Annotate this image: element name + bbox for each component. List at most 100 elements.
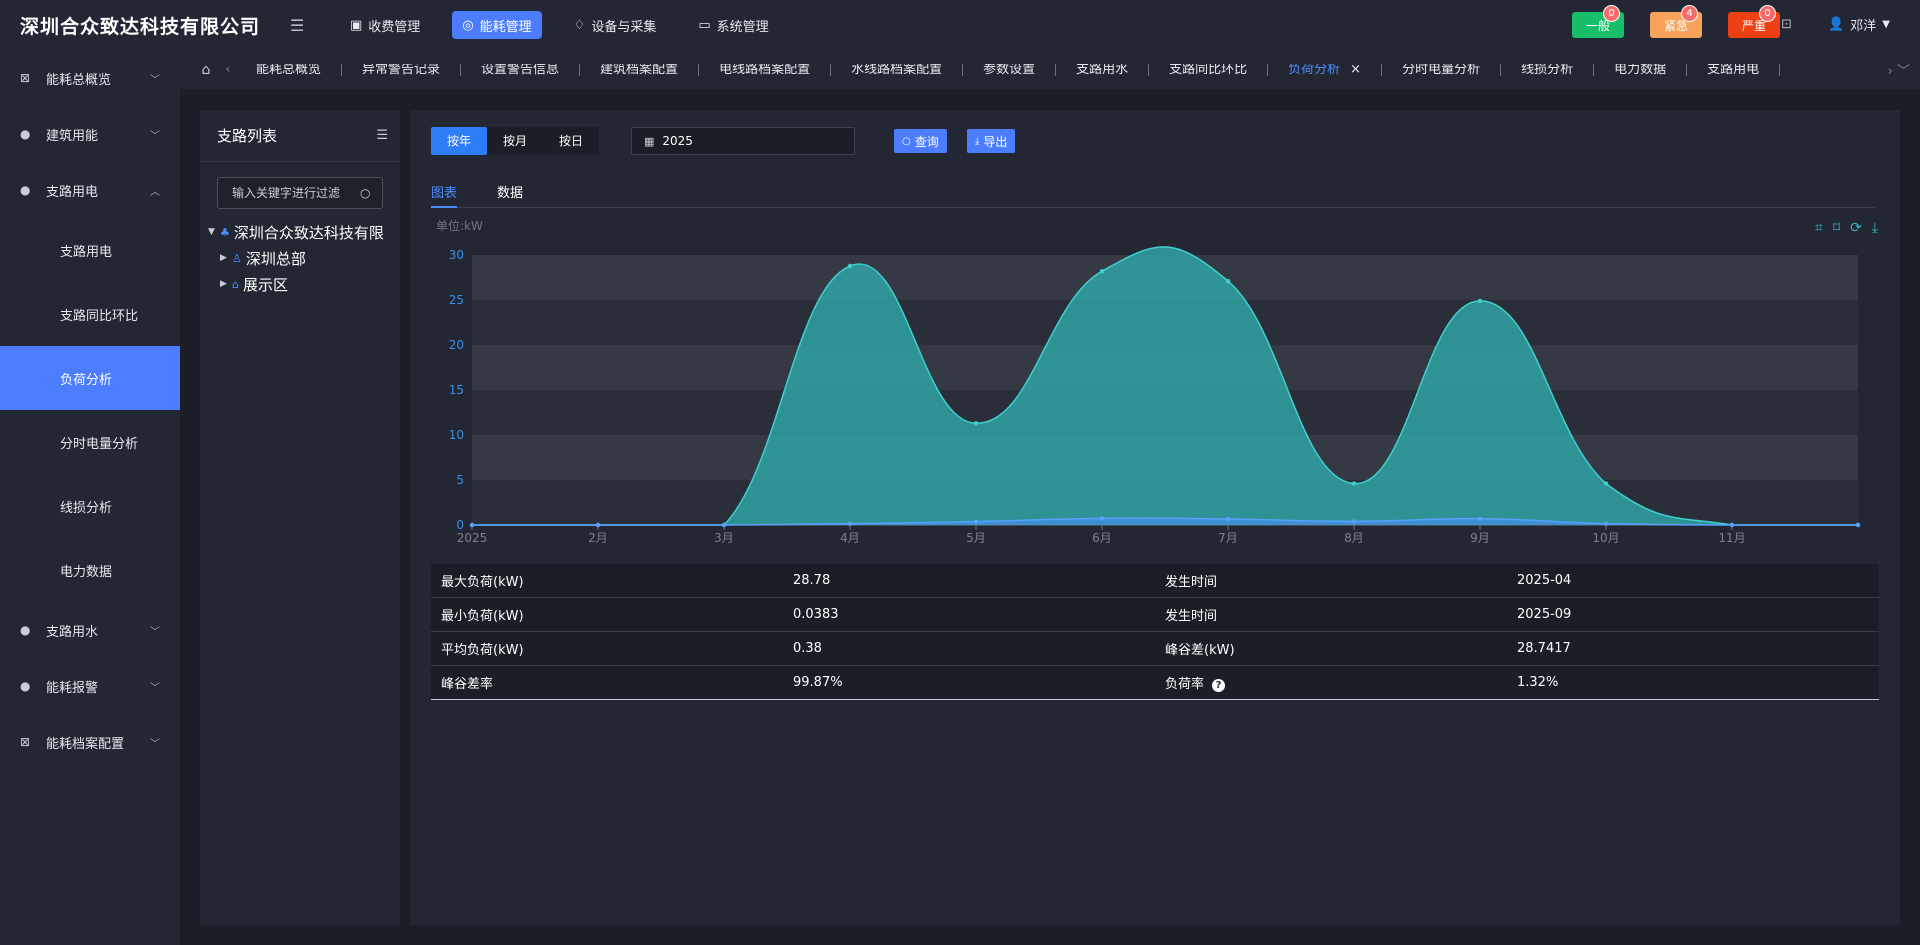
sidebar-item-archive[interactable]: ⊠ 能耗档案配置 ﹀ <box>0 714 180 770</box>
data-point <box>973 421 979 426</box>
sidebar-sub-yoy[interactable]: 支路同比环比 <box>0 282 180 346</box>
fullscreen-icon[interactable]: ⊡ <box>1781 17 1792 32</box>
data-point <box>721 522 727 528</box>
stats-text: 峰谷差(kW) <box>1165 643 1235 658</box>
tabs-scroll-right-icon[interactable]: › ﹀ <box>1888 60 1910 79</box>
tab-item[interactable]: 电力数据 <box>1594 63 1688 76</box>
data-point <box>1225 516 1231 522</box>
nav-billing[interactable]: ▣ 收费管理 <box>340 11 430 39</box>
collapse-menu-icon[interactable]: ☰ <box>290 16 320 35</box>
user-node-icon: ♙ <box>232 251 242 265</box>
tree-node-root[interactable]: ▼ ♣ 深圳合众致达科技有限 <box>200 219 400 245</box>
data-point <box>1225 278 1231 284</box>
data-point <box>1477 298 1483 304</box>
nav-system[interactable]: ▭ 系统管理 <box>688 11 778 39</box>
save-image-icon[interactable]: ⤓ <box>1872 220 1878 236</box>
sidebar-item-alarm[interactable]: ● 能耗报警 ﹀ <box>0 658 180 714</box>
query-button[interactable]: ○ 查询 <box>894 129 947 153</box>
zoom-reset-icon[interactable]: ⌑ <box>1833 220 1840 236</box>
chart-unit-label: 单位:kW <box>436 219 483 233</box>
tree-node-showroom[interactable]: ▶ ⌂ 展示区 <box>200 271 400 297</box>
tab-item[interactable]: 支路同比环比 <box>1149 63 1269 76</box>
search-icon[interactable]: ○ <box>360 186 370 200</box>
sidebar-item-overview[interactable]: ⊠ 能耗总概览 ﹀ <box>0 50 180 106</box>
info-icon: ● <box>20 127 31 141</box>
archive-icon: ⊠ <box>20 735 31 749</box>
tab-chart[interactable]: 图表 <box>431 182 458 208</box>
sidebar-sub-load-analysis[interactable]: 负荷分析 <box>0 346 180 410</box>
tabs-scroll-left-icon[interactable]: ‹ <box>220 62 236 77</box>
nav-energy[interactable]: ◎ 能耗管理 <box>452 11 542 39</box>
sidebar-sub-line-loss[interactable]: 线损分析 <box>0 474 180 538</box>
close-icon[interactable]: × <box>1350 64 1361 76</box>
caret-down-icon: ▼ <box>1882 19 1890 30</box>
tab-item[interactable]: 支路用电 <box>1687 63 1781 76</box>
sidebar-item-label: 能耗报警 <box>46 680 99 696</box>
alert-severe-button[interactable]: 严重 0 <box>1728 5 1780 38</box>
tab-item[interactable]: 水线路档案配置 <box>831 63 964 76</box>
tree-filter-input[interactable] <box>232 186 360 200</box>
period-year-button[interactable]: 按年 <box>431 127 487 155</box>
branch-list-title: 支路列表 <box>217 127 278 145</box>
nav-device[interactable]: ♢ 设备与采集 <box>564 11 667 39</box>
stats-label: 发生时间 <box>1155 571 1517 590</box>
tab-item[interactable]: 设置警告信息 <box>461 63 581 76</box>
x-tick-label: 7月 <box>1218 531 1238 545</box>
sidebar-sub-power-data[interactable]: 电力数据 <box>0 538 180 602</box>
stats-value: 99.87% <box>793 675 1155 690</box>
tab-data[interactable]: 数据 <box>497 182 523 208</box>
info-icon: ● <box>20 679 31 693</box>
tab-label: 支路同比环比 <box>1169 63 1248 76</box>
data-point <box>1099 269 1105 274</box>
zoom-select-icon[interactable]: ⌗ <box>1815 220 1823 236</box>
branch-list-panel: 支路列表 ☰ ○ ▼ ♣深圳合众致达科技有限 ▶ ♙深圳总部 ▶ ⌂展示区 <box>200 110 400 925</box>
data-point <box>973 519 979 524</box>
query-label: 查询 <box>914 134 939 149</box>
x-tick-label: 10月 <box>1592 531 1619 545</box>
sidebar-item-building[interactable]: ● 建筑用能 ﹀ <box>0 106 180 162</box>
tab-item[interactable]: 分时电量分析 <box>1382 63 1502 76</box>
refresh-icon[interactable]: ⟳ <box>1850 220 1862 236</box>
tab-item[interactable]: 负荷分析 × <box>1268 63 1383 76</box>
tab-item[interactable]: 异常警告记录 <box>342 63 462 76</box>
y-tick-label: 20 <box>449 338 464 352</box>
period-month-button[interactable]: 按月 <box>487 127 543 155</box>
data-point <box>1099 516 1105 521</box>
stats-text: 峰谷差率 <box>441 677 494 692</box>
search-icon: ○ <box>902 135 911 147</box>
sidebar-item-branch-power[interactable]: ● 支路用电 ︿ <box>0 162 180 218</box>
sidebar-item-branch-water[interactable]: ● 支路用水 ﹀ <box>0 602 180 658</box>
tree-node-hq[interactable]: ▶ ♙ 深圳总部 <box>200 245 400 271</box>
tab-label: 支路用水 <box>1076 63 1129 76</box>
tab-item[interactable]: 线损分析 <box>1501 63 1595 76</box>
load-chart-svg: 0510152025302025 2月 3月 4月 5月 6月 7月 8月 9月 10月 11月 <box>449 246 1861 545</box>
sidebar-sub-branch-power[interactable]: 支路用电 <box>0 218 180 282</box>
sidebar-sub-time-power[interactable]: 分时电量分析 <box>0 410 180 474</box>
org-icon: ♣ <box>220 225 230 239</box>
tab-item[interactable]: 能耗总概览 <box>236 63 343 76</box>
tab-item[interactable]: 建筑档案配置 <box>580 63 700 76</box>
stats-value: 1.32% <box>1517 675 1879 690</box>
main-panel: 0 5 10 15 20 25 30 2025 2月 3月 4月 5月 6月 7月 8月 9月 10月 11月 按… <box>410 110 1900 925</box>
tab-item[interactable]: 电线路档案配置 <box>699 63 832 76</box>
stats-text: 负荷率 <box>1165 677 1205 692</box>
period-day-button[interactable]: 按日 <box>543 127 599 155</box>
branch-tree: ▼ ♣ 深圳合众致达科技有限 ▶ ♙ 深圳总部 ▶ ⌂ 展示区 <box>200 219 400 297</box>
user-icon: 👤 <box>1828 17 1845 32</box>
alert-group: 一般 0 紧急 4 严重 0 <box>1546 5 1780 38</box>
x-tick-label: 8月 <box>1344 531 1364 545</box>
nav-label: 系统管理 <box>716 19 769 35</box>
home-icon[interactable]: ⌂ <box>192 62 220 78</box>
export-button[interactable]: ⤓ 导出 <box>967 129 1016 153</box>
tab-item[interactable]: 参数设置 <box>963 63 1057 76</box>
data-point <box>847 263 853 269</box>
alert-general-button[interactable]: 一般 0 <box>1572 5 1624 38</box>
sidebar-item-label: 支路用电 <box>46 184 99 200</box>
user-menu[interactable]: 👤 邓洋 ▼ <box>1828 15 1890 34</box>
tab-item[interactable]: 支路用水 <box>1056 63 1150 76</box>
list-menu-icon[interactable]: ☰ <box>376 128 388 143</box>
alert-urgent-button[interactable]: 紧急 4 <box>1650 5 1702 38</box>
help-icon[interactable]: ? <box>1212 679 1226 692</box>
tab-label: 水线路档案配置 <box>851 63 943 76</box>
date-picker[interactable]: ▦ 2025 <box>631 127 855 155</box>
